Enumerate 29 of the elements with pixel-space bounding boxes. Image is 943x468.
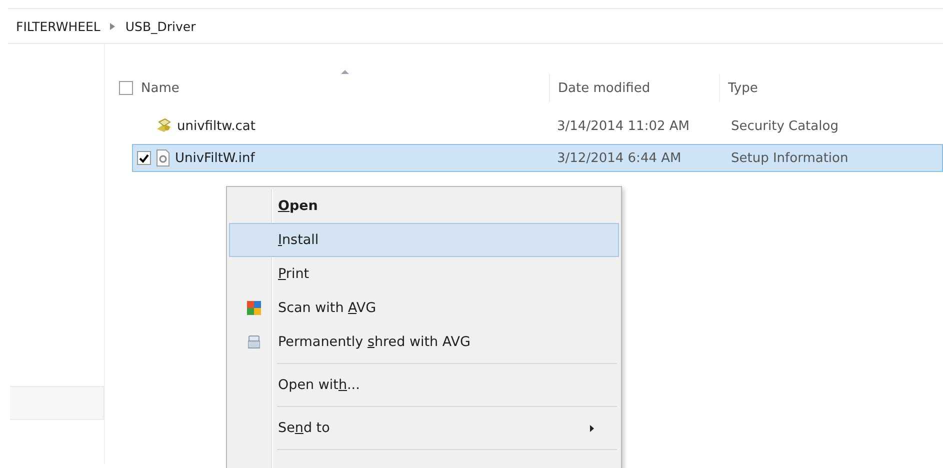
- menu-item[interactable]: Permanently shred with AVG: [229, 325, 619, 359]
- type-cell-text: Security Catalog: [730, 118, 840, 134]
- submenu-arrow-icon: [590, 424, 594, 432]
- date-cell-text: 3/12/2014 6:44 AM: [556, 150, 682, 166]
- breadcrumb-item[interactable]: FILTERWHEEL: [16, 18, 100, 34]
- settings-file-icon: [155, 149, 171, 167]
- type-cell-text: Setup Information: [730, 150, 850, 166]
- menu-item[interactable]: Open: [229, 189, 619, 223]
- catalog-file-icon: [155, 117, 173, 135]
- column-header[interactable]: Type: [719, 74, 943, 102]
- menu-item[interactable]: Install: [229, 223, 619, 257]
- menu-item[interactable]: Open with...: [229, 368, 619, 402]
- checkbox[interactable]: [137, 151, 151, 165]
- date-cell-text: 3/14/2014 11:02 AM: [556, 118, 690, 134]
- select-all-checkbox[interactable]: [119, 81, 133, 95]
- file-row[interactable]: UnivFiltW.inf 3/12/2014 6:44 AM Setup Information: [132, 144, 943, 172]
- column-header[interactable]: Name: [133, 74, 549, 102]
- file-name: UnivFiltW.inf: [175, 150, 255, 166]
- file-row[interactable]: univfiltw.cat 3/14/2014 11:02 AM Security Catalog: [132, 112, 943, 140]
- chevron-right-icon: [110, 22, 116, 30]
- column-header[interactable]: Date modified: [549, 74, 719, 102]
- menu-item[interactable]: Send to: [229, 411, 619, 445]
- file-name: univfiltw.cat: [177, 118, 256, 134]
- breadcrumb-item[interactable]: USB_Driver: [125, 18, 196, 34]
- four-squares-icon: [247, 301, 261, 315]
- menu-item[interactable]: Scan with AVG: [229, 291, 619, 325]
- address-bar[interactable]: FILTERWHEEL USB_Driver: [8, 8, 943, 44]
- menu-item[interactable]: Print: [229, 257, 619, 291]
- shredder-icon: [248, 335, 260, 349]
